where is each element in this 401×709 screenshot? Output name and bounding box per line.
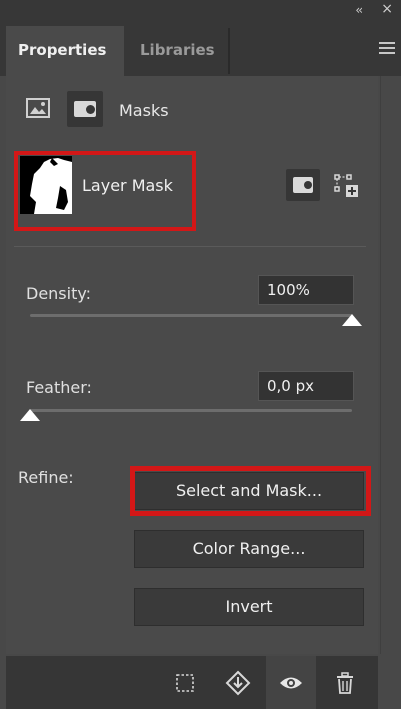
apply-mask-icon[interactable] bbox=[224, 669, 252, 697]
panel-topbar bbox=[0, 0, 401, 26]
feather-label: Feather: bbox=[26, 378, 92, 397]
pixel-mask-icon[interactable] bbox=[26, 96, 50, 120]
panel-menu-icon[interactable] bbox=[379, 42, 395, 56]
panel-scrollbar[interactable] bbox=[380, 76, 395, 654]
feather-field[interactable]: 0,0 px bbox=[258, 371, 354, 401]
feather-slider-thumb[interactable] bbox=[20, 409, 40, 421]
load-selection-icon[interactable] bbox=[172, 669, 200, 697]
tab-libraries[interactable]: Libraries bbox=[128, 26, 228, 76]
refine-label: Refine: bbox=[18, 468, 74, 487]
tab-divider bbox=[228, 28, 230, 74]
feather-slider-track[interactable] bbox=[30, 409, 352, 412]
delete-icon[interactable] bbox=[331, 669, 359, 697]
add-pixel-mask-icon[interactable] bbox=[286, 169, 320, 201]
masks-section-label: Masks bbox=[119, 101, 169, 120]
select-and-mask-highlight bbox=[130, 466, 371, 516]
layer-mask-highlight bbox=[14, 151, 196, 231]
density-slider-thumb[interactable] bbox=[342, 314, 362, 326]
tab-bar: Properties Libraries bbox=[0, 26, 401, 76]
close-panel-icon[interactable]: × bbox=[381, 1, 393, 17]
add-vector-mask-icon[interactable] bbox=[332, 170, 362, 200]
color-range-button[interactable]: Color Range... bbox=[134, 530, 364, 568]
section-divider bbox=[14, 246, 366, 247]
tab-properties[interactable]: Properties bbox=[6, 26, 124, 76]
invert-button[interactable]: Invert bbox=[134, 588, 364, 626]
density-slider-track[interactable] bbox=[30, 314, 352, 317]
visibility-icon[interactable] bbox=[277, 669, 305, 697]
density-label: Density: bbox=[26, 284, 92, 303]
density-field[interactable]: 100% bbox=[258, 275, 354, 305]
layer-mask-icon[interactable] bbox=[67, 91, 103, 127]
collapse-panel-icon[interactable]: ‹‹ bbox=[355, 3, 362, 17]
